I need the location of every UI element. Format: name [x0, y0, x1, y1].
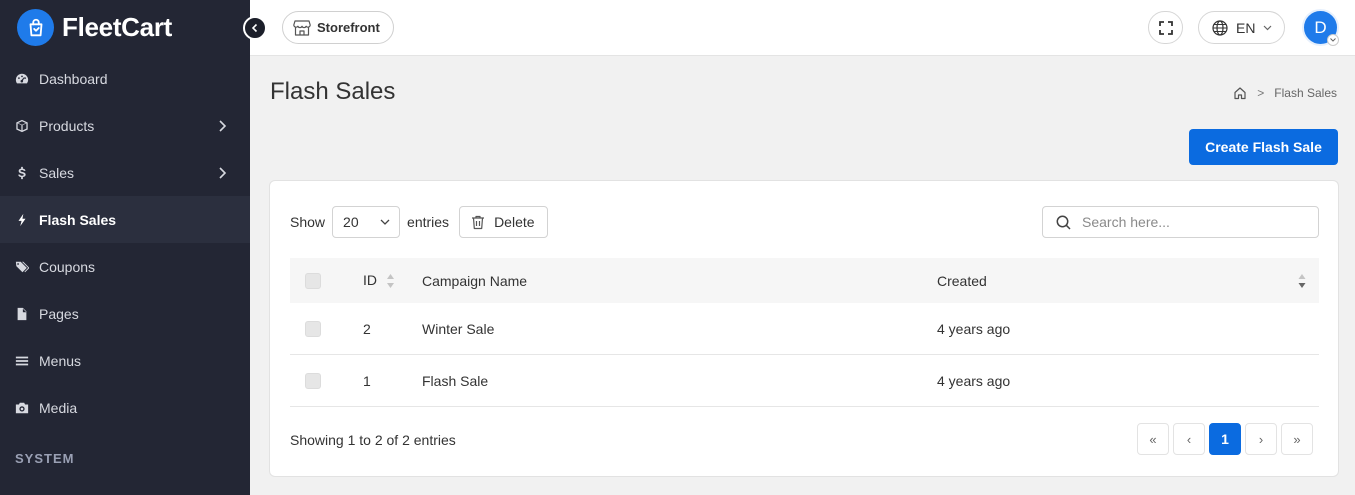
cell-campaign-name: Flash Sale	[422, 372, 489, 389]
prev-page-button[interactable]: ‹	[1173, 423, 1205, 455]
last-page-button[interactable]: »	[1281, 423, 1313, 455]
language-selector[interactable]: EN	[1198, 11, 1285, 44]
trash-icon	[472, 215, 485, 229]
row-checkbox[interactable]	[305, 372, 321, 389]
chevron-down-icon	[1327, 34, 1339, 46]
cell-id: 1	[363, 372, 371, 389]
sidebar-item-media[interactable]: Media	[0, 384, 250, 431]
sidebar-item-products[interactable]: Products	[0, 102, 250, 149]
column-header-id[interactable]: ID	[363, 272, 395, 289]
tags-icon	[15, 260, 29, 274]
globe-icon	[1212, 19, 1228, 36]
row-checkbox[interactable]	[305, 320, 321, 337]
pagination: « ‹ 1 › »	[1137, 423, 1317, 455]
chevron-down-icon	[1264, 25, 1272, 30]
shopping-bag-logo-icon	[17, 9, 54, 46]
expand-icon	[1158, 20, 1173, 35]
bolt-icon	[15, 213, 29, 227]
dashboard-icon	[15, 72, 29, 86]
page-title: Flash Sales	[270, 78, 396, 105]
showing-entries-text: Showing 1 to 2 of 2 entries	[290, 432, 456, 448]
breadcrumb: > Flash Sales	[1233, 86, 1337, 100]
sidebar-item-flash-sales[interactable]: Flash Sales	[0, 196, 250, 243]
sidebar-collapse-button[interactable]	[243, 16, 267, 40]
home-icon[interactable]	[1233, 86, 1247, 100]
cell-created: 4 years ago	[937, 372, 1011, 389]
chevron-down-icon	[380, 219, 390, 225]
cell-campaign-name: Winter Sale	[422, 320, 495, 337]
entries-label: entries	[407, 214, 450, 230]
top-header: Storefront EN D	[250, 0, 1355, 56]
flash-sales-table: ID Campaign Name Created 2 Winter Sale 4…	[290, 258, 1319, 407]
flash-sales-card: Show 20 entries Delete ID	[269, 180, 1339, 477]
chevron-left-icon	[251, 23, 258, 33]
sidebar-item-label: Sales	[39, 164, 75, 181]
camera-icon	[15, 401, 29, 415]
create-flash-sale-button[interactable]: Create Flash Sale	[1189, 129, 1338, 165]
table-header-row: ID Campaign Name Created	[290, 258, 1319, 303]
file-icon	[15, 307, 29, 321]
dollar-icon	[15, 166, 29, 180]
entries-value: 20	[343, 214, 359, 230]
search-icon	[1056, 215, 1071, 230]
brand[interactable]: FleetCart	[0, 0, 250, 55]
sort-icon[interactable]	[1297, 273, 1307, 289]
sidebar-item-label: Pages	[39, 305, 79, 322]
fullscreen-button[interactable]	[1148, 11, 1183, 44]
search-box	[1042, 206, 1319, 238]
user-avatar[interactable]: D	[1302, 9, 1339, 46]
brand-name: FleetCart	[62, 12, 172, 42]
chevron-right-icon	[218, 166, 228, 180]
column-header-label: ID	[363, 271, 377, 288]
sidebar-item-pages[interactable]: Pages	[0, 290, 250, 337]
column-header-created[interactable]: Created	[937, 273, 987, 289]
cell-id: 2	[363, 320, 371, 337]
entries-per-page-select[interactable]: 20	[332, 206, 401, 238]
sidebar-item-dashboard[interactable]: Dashboard	[0, 55, 250, 102]
sidebar-item-menus[interactable]: Menus	[0, 337, 250, 384]
sidebar: FleetCart Dashboard Products Sales Flash…	[0, 0, 250, 495]
column-header-campaign-name[interactable]: Campaign Name	[422, 273, 527, 289]
store-icon	[293, 19, 311, 36]
sidebar-item-coupons[interactable]: Coupons	[0, 243, 250, 290]
avatar-initial: D	[1314, 17, 1327, 37]
sidebar-item-label: Coupons	[39, 258, 96, 275]
sidebar-item-label: Menus	[39, 352, 82, 369]
sidebar-nav: Dashboard Products Sales Flash Sales Cou…	[0, 55, 250, 431]
next-page-button[interactable]: ›	[1245, 423, 1277, 455]
breadcrumb-current: Flash Sales	[1274, 86, 1337, 100]
table-toolbar: Show 20 entries Delete	[290, 206, 548, 238]
select-all-checkbox[interactable]	[305, 272, 321, 289]
delete-button[interactable]: Delete	[459, 206, 548, 238]
table-row[interactable]: 2 Winter Sale 4 years ago	[290, 303, 1319, 355]
storefront-button[interactable]: Storefront	[282, 11, 394, 44]
bars-icon	[15, 354, 29, 368]
table-row[interactable]: 1 Flash Sale 4 years ago	[290, 355, 1319, 407]
sidebar-item-label: Flash Sales	[39, 211, 117, 228]
delete-label: Delete	[494, 214, 535, 230]
chevron-right-icon	[218, 119, 228, 133]
breadcrumb-separator: >	[1257, 86, 1265, 100]
sidebar-item-label: Products	[39, 117, 95, 134]
sidebar-item-label: Dashboard	[39, 70, 108, 87]
sort-icon	[386, 274, 394, 289]
page-1-button[interactable]: 1	[1209, 423, 1241, 455]
storefront-label: Storefront	[317, 20, 380, 35]
show-label: Show	[290, 214, 326, 230]
sidebar-item-sales[interactable]: Sales	[0, 149, 250, 196]
cell-created: 4 years ago	[937, 320, 1011, 337]
sidebar-section-system: SYSTEM	[15, 451, 75, 466]
language-label: EN	[1236, 19, 1256, 36]
first-page-button[interactable]: «	[1137, 423, 1169, 455]
sidebar-item-label: Media	[39, 399, 78, 416]
search-input[interactable]	[1082, 214, 1302, 230]
cube-icon	[15, 119, 29, 133]
